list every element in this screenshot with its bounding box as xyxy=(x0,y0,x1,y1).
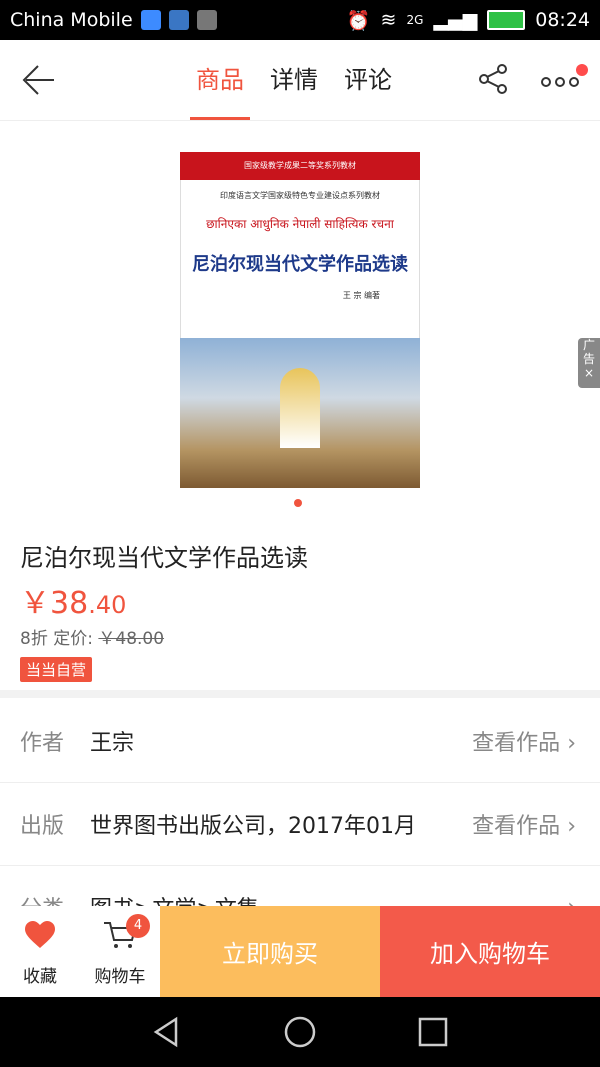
buy-now-button[interactable]: 立即购买 xyxy=(160,906,380,997)
share-icon[interactable] xyxy=(476,62,510,96)
discount-rate: 8折 xyxy=(20,629,48,649)
network-label: 2G xyxy=(406,13,424,27)
cover-series: 国家级教学成果二等奖系列教材 xyxy=(180,152,420,180)
cover-scene xyxy=(180,338,420,488)
wifi-icon: ≋ xyxy=(380,9,397,31)
cover-script-title: छानिएका आधुनिक नेपाली साहित्यिक रचना xyxy=(206,217,394,231)
info-row-author[interactable]: 作者 王宗 查看作品 › xyxy=(0,700,600,783)
product-price: ￥38.40 xyxy=(20,578,126,622)
time-label: 08:24 xyxy=(535,9,590,31)
list-price-label: 定价: xyxy=(53,629,93,649)
price-decimal: .40 xyxy=(88,591,127,619)
chevron-right-icon: › xyxy=(567,731,576,756)
view-works-link[interactable]: 查看作品 › xyxy=(472,725,576,757)
ad-label: 广告 xyxy=(582,338,595,366)
bottom-action-bar: 收藏 4 购物车 立即购买 加入购物车 xyxy=(0,906,600,997)
top-navbar: 商品 详情 评论 xyxy=(0,40,600,121)
favorite-label: 收藏 xyxy=(23,967,57,987)
image-indicator xyxy=(294,499,302,507)
tab-product[interactable]: 商品 xyxy=(190,40,250,120)
cover-title: 尼泊尔现当代文学作品选读 xyxy=(192,254,408,275)
image-icon xyxy=(196,10,217,30)
battery-icon xyxy=(487,10,526,30)
list-price: ￥48.00 xyxy=(98,629,165,649)
cart-count-badge: 4 xyxy=(126,914,150,938)
favorite-button[interactable]: 收藏 xyxy=(0,906,80,997)
add-to-cart-button[interactable]: 加入购物车 xyxy=(380,906,600,997)
status-bar: China Mobile ⏰ ≋ 2G ▂▄▆ 08:24 xyxy=(0,0,600,40)
shield-icon xyxy=(140,10,161,30)
seller-badge: 当当自营 xyxy=(20,657,93,682)
product-image[interactable]: 国家级教学成果二等奖系列教材 印度语言文学国家级特色专业建设点系列教材 छानि… xyxy=(180,152,420,488)
row-value: 王宗 xyxy=(90,731,135,756)
home-circle-icon[interactable] xyxy=(283,1015,317,1049)
cart-button[interactable]: 4 购物车 xyxy=(80,906,160,997)
chevron-right-icon: › xyxy=(567,814,576,839)
heart-icon xyxy=(25,921,55,948)
ad-close-icon[interactable]: × xyxy=(578,366,600,380)
tab-reviews[interactable]: 评论 xyxy=(344,40,392,120)
row-label: 出版 xyxy=(20,814,65,839)
tab-details[interactable]: 详情 xyxy=(270,40,318,120)
ad-tag[interactable]: 广告 × xyxy=(578,338,600,388)
more-icon[interactable] xyxy=(540,62,580,96)
info-row-publisher[interactable]: 出版 世界图书出版公司，2017年01月 查看作品 › xyxy=(0,783,600,866)
back-triangle-icon[interactable] xyxy=(150,1015,184,1049)
price-main: ￥38 xyxy=(20,586,89,621)
cover-subtitle: 印度语言文学国家级特色专业建设点系列教材 xyxy=(220,191,380,200)
product-title: 尼泊尔现当代文学作品选读 xyxy=(20,544,308,572)
stupa-illustration xyxy=(280,368,320,448)
status-right: ⏰ ≋ 2G ▂▄▆ 08:24 xyxy=(347,0,590,40)
discount-info: 8折 定价: ￥48.00 xyxy=(20,624,164,649)
notification-dot xyxy=(576,64,588,76)
carrier-label: China Mobile xyxy=(10,9,133,31)
system-nav-bar xyxy=(0,997,600,1067)
signal-icon: ▂▄▆ xyxy=(433,9,478,31)
alarm-icon: ⏰ xyxy=(346,9,371,32)
view-works-link[interactable]: 查看作品 › xyxy=(472,808,576,840)
notification-icon xyxy=(168,10,189,30)
cover-author: 王 宗 编著 xyxy=(342,291,380,300)
back-arrow-icon[interactable] xyxy=(20,60,60,100)
row-value: 世界图书出版公司，2017年01月 xyxy=(90,814,416,839)
cart-label: 购物车 xyxy=(94,967,146,987)
section-divider xyxy=(0,690,600,698)
row-label: 作者 xyxy=(20,731,65,756)
tab-bar: 商品 详情 评论 xyxy=(190,40,392,120)
recents-square-icon[interactable] xyxy=(416,1015,450,1049)
